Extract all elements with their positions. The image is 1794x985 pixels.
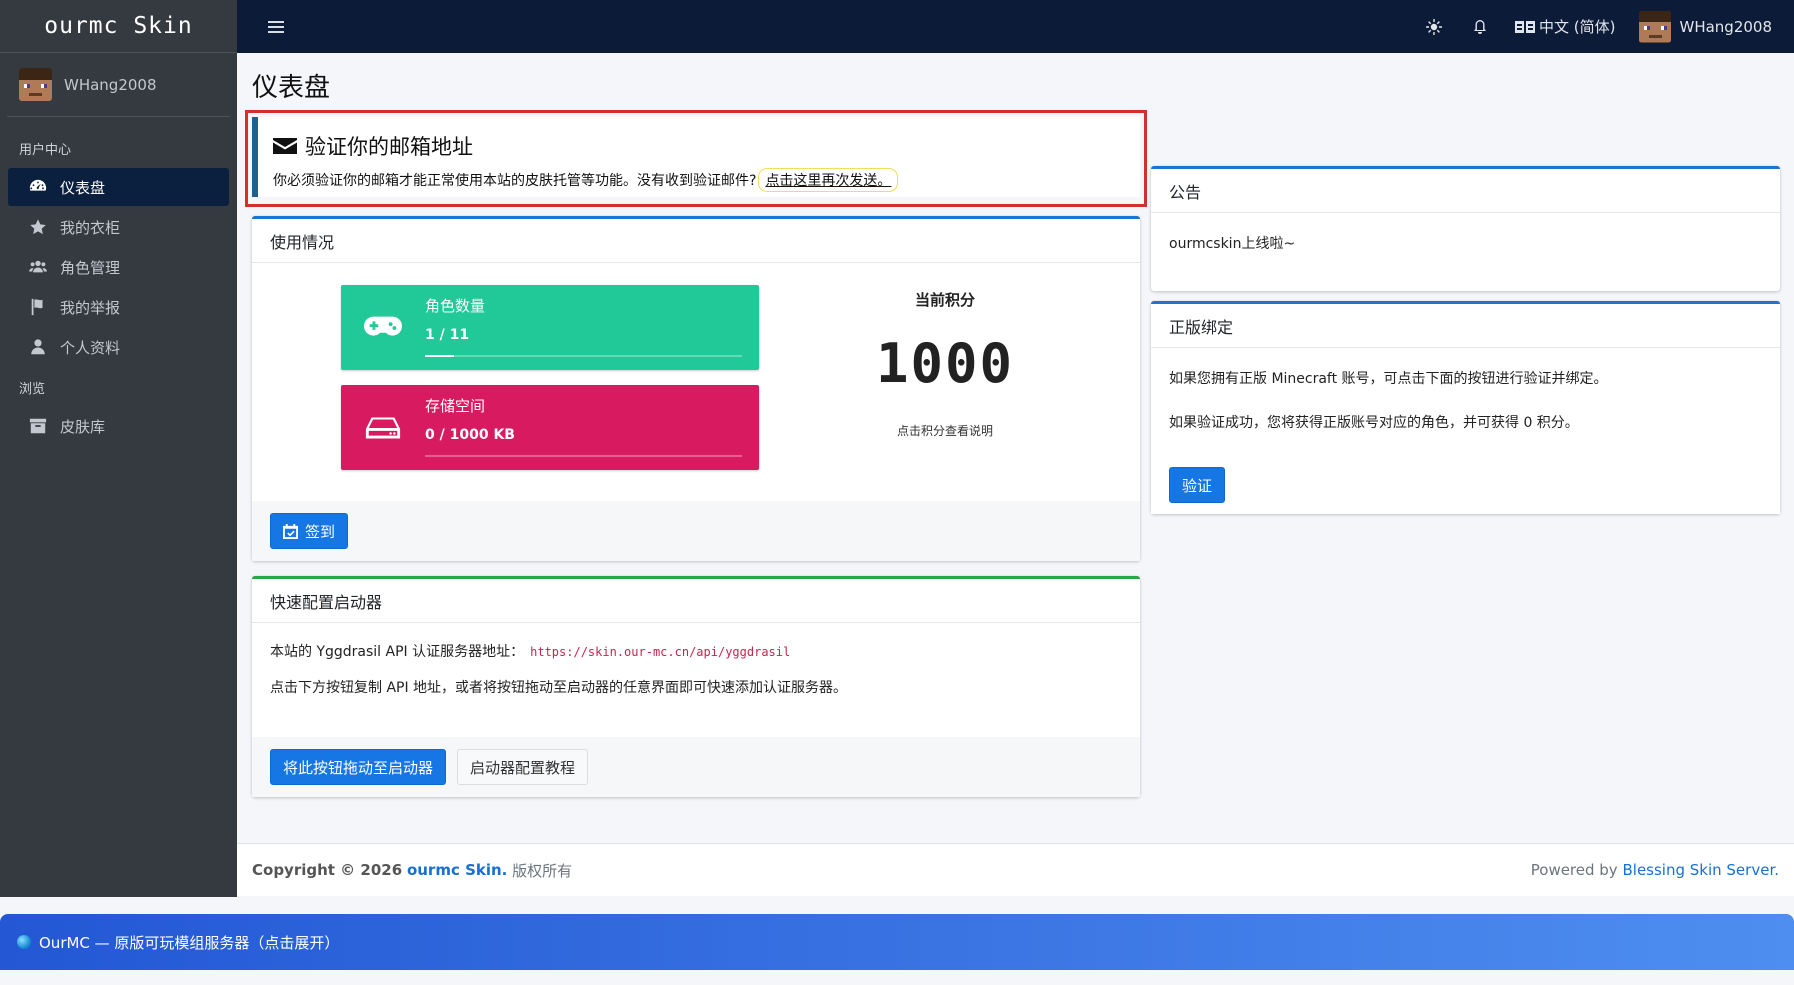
hdd-icon: [341, 385, 425, 470]
sidebar: ourmc Skin WHang2008 用户中心 仪表盘 我的衣柜 角色管理 …: [0, 0, 237, 897]
sidebar-item-profile[interactable]: 个人资料: [8, 328, 229, 366]
sidebar-item-dashboard[interactable]: 仪表盘: [8, 168, 229, 206]
drag-to-launcher-button[interactable]: 将此按钮拖动至启动器: [270, 749, 447, 785]
api-url[interactable]: https://skin.our-mc.cn/api/yggdrasil: [530, 645, 790, 659]
score-title: 当前积分: [914, 291, 975, 309]
launcher-card: 快速配置启动器 本站的 Yggdrasil API 认证服务器地址： https:…: [252, 576, 1140, 797]
site-link[interactable]: ourmc Skin.: [407, 861, 507, 879]
players-value: 1 / 11: [425, 327, 470, 343]
language-label: 中文 (简体): [1539, 18, 1616, 36]
theme-toggle-button[interactable]: [1411, 18, 1457, 35]
sidebar-item-label: 皮肤库: [60, 417, 106, 436]
storage-info-box: 存储空间 0 / 1000 KB: [341, 385, 759, 470]
sidebar-item-label: 仪表盘: [60, 178, 106, 197]
players-info-box: 角色数量 1 / 11: [341, 285, 759, 370]
card-title: 快速配置启动器: [252, 579, 1140, 623]
checkin-button[interactable]: 签到: [270, 513, 349, 549]
alert-title: 验证你的邮箱地址: [305, 135, 473, 159]
genuine-bind-card: 正版绑定 如果您拥有正版 Minecraft 账号，可点击下面的按钮进行验证并绑…: [1151, 301, 1780, 514]
announcement-card: 公告 ourmcskin上线啦~: [1151, 166, 1780, 291]
envelope-icon: [273, 138, 297, 154]
avatar: [1639, 10, 1672, 43]
card-title: 正版绑定: [1151, 304, 1780, 348]
announcement-text: ourmcskin上线啦~: [1169, 236, 1296, 252]
rights-text: 版权所有: [512, 861, 573, 880]
storage-value: 0 / 1000 KB: [425, 427, 515, 443]
promo-banner[interactable]: OurMC — 原版可玩模组服务器（点击展开）: [0, 914, 1794, 970]
hamburger-icon: [268, 20, 284, 33]
user-menu[interactable]: WHang2008: [1627, 10, 1794, 43]
verify-button[interactable]: 验证: [1169, 467, 1226, 503]
flag-icon: [26, 298, 50, 316]
card-footer: 验证: [1151, 456, 1780, 514]
powered-text: Powered by: [1530, 861, 1618, 879]
star-icon: [26, 218, 50, 236]
brand-logo[interactable]: ourmc Skin: [0, 0, 237, 53]
alert-text: 你必须验证你的邮箱才能正常使用本站的皮肤托管等功能。没有收到验证邮件?: [273, 173, 757, 189]
calendar-check-icon: [283, 523, 298, 539]
api-text: 本站的 Yggdrasil API 认证服务器地址：: [270, 644, 525, 660]
sidebar-item-label: 我的衣柜: [60, 218, 121, 237]
sidebar-user-name: WHang2008: [64, 75, 157, 94]
nav-header-browse: 浏览: [19, 382, 46, 397]
card-footer: 签到: [252, 501, 1140, 561]
user-panel[interactable]: WHang2008: [7, 53, 230, 117]
globe-icon: [17, 935, 31, 949]
launcher-hint: 点击下方按钮复制 API 地址，或者将按钮拖动至启动器的任意界面即可快速添加认证…: [270, 680, 848, 696]
players-label: 角色数量: [425, 297, 486, 315]
sidebar-item-skinlib[interactable]: 皮肤库: [8, 407, 229, 445]
archive-icon: [26, 417, 50, 435]
sun-icon: [1426, 18, 1442, 35]
storage-progress: [425, 455, 742, 457]
page-title: 仪表盘: [252, 73, 331, 103]
sidebar-item-label: 我的举报: [60, 298, 121, 317]
resend-email-link[interactable]: 点击这里再次发送。: [758, 168, 899, 192]
storage-label: 存储空间: [425, 397, 486, 415]
top-navbar: 中文 (简体) WHang2008: [237, 0, 1794, 53]
blessing-skin-link[interactable]: Blessing Skin Server.: [1622, 861, 1779, 879]
score-hint: 点击积分查看说明: [896, 424, 993, 438]
language-switcher[interactable]: 中文 (简体): [1503, 16, 1627, 37]
main-content: 仪表盘 验证你的邮箱地址 你必须验证你的邮箱才能正常使用本站的皮肤托管等功能。没…: [237, 53, 1794, 897]
gamepad-icon: [341, 285, 425, 370]
email-verify-alert: 验证你的邮箱地址 你必须验证你的邮箱才能正常使用本站的皮肤托管等功能。没有收到验…: [252, 117, 1140, 197]
launcher-tutorial-button[interactable]: 启动器配置教程: [457, 749, 589, 785]
dashboard-icon: [26, 178, 50, 196]
promo-text: OurMC — 原版可玩模组服务器（点击展开）: [39, 933, 340, 952]
genuine-line1: 如果您拥有正版 Minecraft 账号，可点击下面的按钮进行验证并绑定。: [1169, 371, 1608, 387]
top-user-name: WHang2008: [1679, 17, 1772, 36]
card-title: 公告: [1151, 169, 1780, 213]
sidebar-item-label: 个人资料: [60, 338, 121, 357]
menu-toggle-button[interactable]: [261, 12, 291, 42]
sidebar-item-reports[interactable]: 我的举报: [8, 288, 229, 326]
players-progress-fill: [425, 355, 454, 357]
sidebar-item-label: 角色管理: [60, 258, 121, 277]
users-icon: [26, 258, 50, 276]
bell-icon: [1474, 19, 1486, 34]
checkin-label: 签到: [305, 522, 336, 541]
nav-header-user-center: 用户中心: [19, 143, 72, 158]
copyright-text: Copyright © 2026: [252, 861, 403, 879]
players-progress: [425, 355, 742, 357]
language-icon: [1515, 20, 1535, 33]
user-icon: [26, 338, 50, 356]
sidebar-item-players[interactable]: 角色管理: [8, 248, 229, 286]
card-footer: 将此按钮拖动至启动器 启动器配置教程: [252, 737, 1140, 797]
card-title: 使用情况: [252, 219, 1140, 263]
genuine-line2: 如果验证成功，您将获得正版账号对应的角色，并可获得 0 积分。: [1169, 415, 1579, 431]
score-value[interactable]: 1000: [822, 332, 1068, 395]
notifications-button[interactable]: [1457, 19, 1503, 35]
avatar: [19, 68, 52, 101]
sidebar-item-closet[interactable]: 我的衣柜: [8, 208, 229, 246]
page-footer: Copyright © 2026 ourmc Skin. 版权所有 Powere…: [237, 843, 1794, 896]
usage-card: 使用情况 角色数量 1 / 11 存储空间 0 / 1000 KB 当前积分 1…: [252, 216, 1140, 561]
